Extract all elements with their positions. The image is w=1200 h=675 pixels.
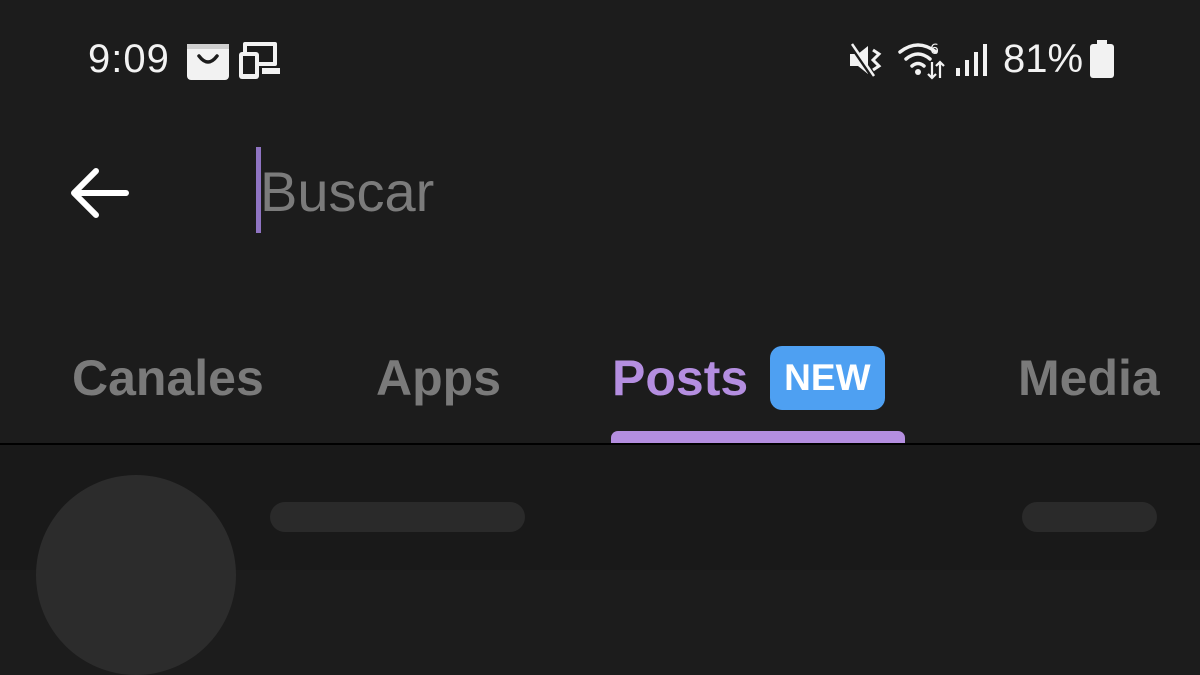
text-caret — [256, 147, 261, 233]
svg-text:6: 6 — [930, 42, 939, 58]
title-skeleton — [270, 502, 525, 532]
tab-label: Media — [1018, 350, 1160, 406]
tab-label: Canales — [72, 350, 264, 406]
battery-icon — [1090, 40, 1114, 85]
tab-apps[interactable]: Apps — [376, 328, 501, 428]
meta-skeleton — [1022, 502, 1157, 532]
wifi-6-icon: 6 — [898, 40, 946, 85]
tab-media[interactable]: Media — [1018, 328, 1160, 428]
signal-icon — [954, 40, 988, 85]
phone-link-icon — [238, 40, 280, 85]
search-input[interactable] — [258, 145, 1140, 237]
tab-posts[interactable]: Posts NEW — [612, 328, 885, 428]
status-bar: 9:09 6 81% — [0, 0, 1200, 120]
shopping-bag-icon — [186, 40, 230, 85]
battery-percentage: 81% — [1003, 37, 1084, 81]
clock: 9:09 — [88, 37, 170, 81]
new-badge: NEW — [770, 346, 885, 410]
arrow-left-icon — [71, 168, 129, 218]
mute-vibrate-icon — [848, 40, 888, 85]
tab-label: Apps — [376, 350, 501, 406]
tab-bar: Canales Apps Posts NEW Media — [0, 318, 1200, 444]
tab-label: Posts — [612, 350, 749, 406]
avatar-skeleton — [36, 475, 236, 675]
back-button[interactable] — [60, 155, 136, 231]
tab-canales[interactable]: Canales — [72, 328, 264, 428]
